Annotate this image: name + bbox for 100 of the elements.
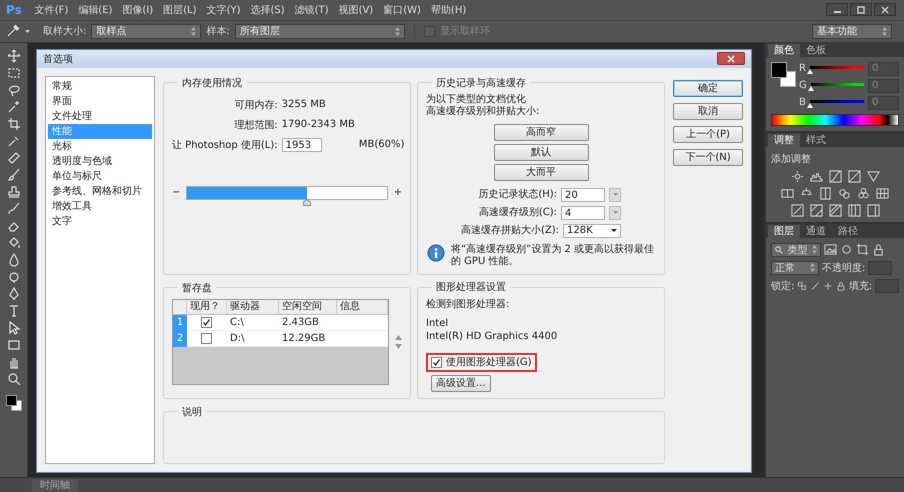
active-checkbox[interactable] [201,332,212,344]
spin-button[interactable] [609,188,622,202]
sample-dropdown[interactable]: 所有图层 [234,24,405,39]
curve-icon[interactable] [828,170,842,183]
circles-icon[interactable] [838,186,851,200]
category-item[interactable]: 文件处理 [48,108,152,124]
column-header[interactable]: 空闲空间 [279,300,337,315]
pointer-icon[interactable] [6,320,20,335]
filter-dropdown[interactable]: 类型 [771,242,821,257]
lasso-icon[interactable] [6,82,20,97]
slider-thumb[interactable] [806,102,813,108]
checker-icon[interactable] [797,280,808,291]
lock-icon[interactable] [836,280,846,291]
history-brush-icon[interactable] [6,202,20,216]
channel-slider[interactable] [810,98,864,108]
category-item[interactable]: 常规 [48,78,152,94]
gradient-map-icon[interactable] [848,204,860,217]
sample-size-dropdown[interactable]: 取样点 [91,24,202,39]
grid-icon[interactable] [876,186,889,200]
channel-slider[interactable] [810,80,864,91]
stamp-icon[interactable] [6,184,20,199]
memory-input[interactable]: 1953 [282,138,322,152]
crop-frame-icon[interactable] [856,243,869,256]
panel-tab[interactable]: 图层 [768,224,800,238]
menu-item[interactable]: 文字(Y) [202,2,246,17]
fill-field[interactable] [875,278,899,293]
caret-icon[interactable] [25,30,30,33]
spin-button[interactable] [609,206,622,220]
sun-icon[interactable] [790,170,804,183]
close-button[interactable] [874,3,896,16]
category-item[interactable]: 透明度与色域 [48,154,152,169]
dialog-button[interactable]: 上一个(P) [673,126,743,143]
category-item[interactable]: 光标 [48,138,152,154]
pen-icon[interactable] [6,286,20,301]
eyedropper-icon[interactable] [6,134,20,148]
number-input[interactable]: 4 [561,206,606,220]
panel-tab[interactable]: 色板 [800,44,832,57]
column-header[interactable]: 信息 [337,300,388,315]
number-input[interactable]: 20 [561,188,606,202]
blend-mode-dropdown[interactable]: 正常 [771,260,819,275]
close-button[interactable] [717,52,745,66]
panel-tab[interactable]: 调整 [768,134,800,147]
dialog-button[interactable]: 确定 [673,80,743,97]
dialog-button[interactable]: 取消 [673,102,743,120]
memory-slider[interactable] [186,186,388,208]
slider-thumb[interactable] [806,68,813,74]
preset-button[interactable]: 大而平 [494,164,588,181]
category-item[interactable]: 增效工具 [48,198,152,214]
category-item[interactable]: 文字 [48,214,152,229]
column-header[interactable]: 驱动器 [227,300,279,315]
category-item[interactable]: 界面 [48,94,152,109]
wand-icon[interactable] [6,100,20,114]
menu-item[interactable]: 窗口(W) [378,2,426,17]
dialog-button[interactable]: 下一个(N) [673,148,743,166]
panel-tab[interactable]: 颜色 [768,44,800,57]
menu-item[interactable]: 选择(S) [245,2,290,17]
color-spectrum[interactable] [771,114,899,126]
menu-item[interactable]: 图层(L) [158,2,202,17]
eyedropper-icon[interactable] [6,24,20,38]
active-checkbox[interactable] [201,316,212,328]
gpu-checkbox[interactable] [431,356,442,368]
zoom-icon[interactable] [6,372,20,386]
category-item[interactable]: 参考线、网格和切片 [48,184,152,199]
tile-size-dropdown[interactable]: 128K [563,224,622,238]
opacity-field[interactable] [868,260,892,275]
selective-icon[interactable] [866,204,880,217]
menu-item[interactable]: 滤镜(T) [290,2,334,17]
category-item[interactable]: 单位与标尺 [48,168,152,184]
crop-icon[interactable] [6,116,20,131]
move-down-icon[interactable] [395,344,402,349]
panel-tab[interactable]: 通道 [800,224,832,238]
invert-icon[interactable] [790,204,804,217]
lock-icon[interactable] [872,243,885,256]
preset-button[interactable]: 高而窄 [494,124,588,141]
exposure-icon[interactable] [848,170,860,183]
move-up-icon[interactable] [395,334,402,340]
preset-button[interactable]: 默认 [494,144,588,161]
drop-icon[interactable] [6,252,20,267]
color-swatches[interactable] [771,62,795,86]
menu-item[interactable]: 图像(I) [117,2,158,17]
menu-item[interactable]: 视图(V) [334,2,378,17]
menu-item[interactable]: 帮助(H) [426,2,472,17]
maximize-button[interactable] [850,3,872,16]
diagonal-icon[interactable] [828,204,842,217]
triangle-icon[interactable] [866,170,880,183]
minimize-button[interactable] [826,3,848,16]
panel-tab[interactable]: 样式 [800,134,832,147]
color-swatches[interactable] [6,394,22,411]
rectangle-icon[interactable] [6,338,20,352]
menu-item[interactable]: 文件(F) [30,2,74,17]
column-header[interactable]: 现用？ [187,300,227,315]
advanced-settings-button[interactable]: 高级设置... [431,374,491,392]
channel-slider[interactable] [810,64,864,74]
balance-icon[interactable] [781,186,794,200]
menu-item[interactable]: 编辑(E) [73,2,118,17]
workspace-dropdown[interactable]: 基本功能 [812,24,892,39]
trefoil-icon[interactable] [857,186,870,200]
panel-tab[interactable]: 路径 [832,224,864,238]
stripes-icon[interactable] [810,204,822,217]
slider-thumb[interactable] [808,86,814,91]
